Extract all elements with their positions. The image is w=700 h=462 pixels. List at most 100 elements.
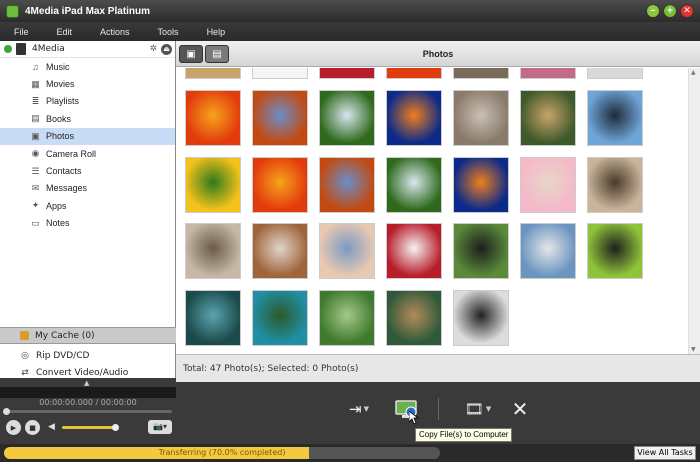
sidebar-item-contacts[interactable]: ☰ Contacts — [0, 162, 175, 179]
photo-thumbnail[interactable] — [185, 289, 241, 346]
loading-spinner-icon: ✲ — [149, 44, 157, 54]
photo-thumbnail[interactable] — [587, 90, 643, 146]
close-button[interactable]: ✕ — [680, 4, 694, 18]
tooltip: Copy File(s) to Computer — [415, 428, 513, 442]
photo-thumbnail[interactable] — [185, 223, 241, 279]
photo-thumbnail[interactable] — [587, 68, 643, 79]
film-add-icon: 🎞 — [464, 400, 484, 418]
main-content: ▣ ▤ Photos ▲ ▼ Total: 47 Photo(s); Selec… — [176, 41, 700, 382]
page-title: Photos — [422, 48, 454, 59]
photo-thumbnail[interactable] — [185, 90, 241, 146]
sidebar: 4Media ✲ ⏏ ♫ Music ▦ Movies ≣ Playlists ▤ Books… — [0, 41, 176, 413]
scroll-down-icon[interactable]: ▼ — [691, 346, 696, 353]
cache-icon — [20, 331, 29, 340]
mouse-cursor-icon — [409, 411, 419, 425]
dropdown-arrow-icon[interactable]: ▼ — [486, 405, 491, 413]
sidebar-item-camera-roll[interactable]: ◉ Camera Roll — [0, 145, 175, 162]
photo-thumbnail[interactable] — [520, 156, 576, 213]
dropdown-arrow-icon[interactable]: ▼ — [364, 405, 369, 413]
transfer-status: Transferring (70.0% completed) — [158, 448, 286, 457]
delete-button[interactable]: ✕ — [506, 396, 534, 422]
view-all-tasks-button[interactable]: View All Tasks — [634, 446, 696, 460]
tool-item-label: Rip DVD/CD — [36, 350, 90, 361]
messages-icon: ✉ — [31, 182, 40, 193]
photo-thumbnail[interactable] — [319, 90, 375, 146]
sidebar-item-apps[interactable]: ✦ Apps — [0, 197, 175, 214]
photos-icon: ▣ — [31, 130, 40, 141]
photo-thumbnail[interactable] — [252, 289, 308, 346]
volume-handle[interactable] — [112, 424, 119, 431]
status-text: Total: 47 Photo(s); Selected: 0 Photo(s) — [183, 363, 359, 374]
sidebar-item-playlists[interactable]: ≣ Playlists — [0, 93, 175, 110]
scroll-up-icon[interactable]: ▲ — [691, 69, 696, 76]
sidebar-item-label: Books — [46, 113, 72, 124]
snapshot-button[interactable]: 📷▾ — [148, 420, 172, 434]
status-bar: Total: 47 Photo(s); Selected: 0 Photo(s) — [176, 354, 700, 382]
photo-thumbnail[interactable] — [252, 90, 308, 146]
photo-thumbnail[interactable] — [453, 289, 509, 346]
photo-thumbnail[interactable] — [386, 90, 442, 146]
photo-thumbnail[interactable] — [587, 156, 643, 213]
photo-thumbnail[interactable] — [319, 68, 375, 79]
seek-bar[interactable] — [4, 410, 172, 413]
app-logo-icon — [6, 4, 19, 18]
photo-thumbnail[interactable] — [520, 90, 576, 146]
preview-screen — [0, 387, 176, 398]
sidebar-item-label: Notes — [46, 218, 70, 229]
menu-actions[interactable]: Actions — [86, 27, 144, 37]
photo-thumbnail[interactable] — [386, 223, 442, 279]
sidebar-item-photos[interactable]: ▣ Photos — [0, 127, 175, 145]
photo-thumbnail[interactable] — [386, 289, 442, 346]
eject-icon[interactable]: ⏏ — [161, 44, 172, 55]
menu-edit[interactable]: Edit — [43, 27, 87, 37]
sidebar-item-label: Playlists — [46, 96, 80, 107]
play-button[interactable]: ▶ — [6, 420, 21, 435]
photo-thumbnail[interactable] — [453, 68, 509, 79]
photo-thumbnail[interactable] — [520, 223, 576, 279]
photo-grid — [176, 68, 688, 354]
sidebar-item-my-cache[interactable]: My Cache (0) — [0, 327, 176, 344]
volume-icon: ◀ — [48, 422, 55, 432]
photo-thumbnail[interactable] — [453, 156, 509, 213]
photo-thumbnail[interactable] — [386, 68, 442, 79]
import-to-device-button[interactable]: ⇥ ▼ — [339, 396, 379, 422]
photo-thumbnail[interactable] — [319, 223, 375, 279]
sidebar-item-messages[interactable]: ✉ Messages — [0, 180, 175, 197]
sidebar-item-music[interactable]: ♫ Music — [0, 58, 175, 75]
ipad-icon — [16, 43, 26, 55]
contacts-icon: ☰ — [31, 165, 40, 176]
photo-thumbnail[interactable] — [252, 223, 308, 279]
photo-thumbnail[interactable] — [453, 223, 509, 279]
menu-file[interactable]: File — [0, 27, 43, 37]
sidebar-nav: ♫ Music ▦ Movies ≣ Playlists ▤ Books ▣ Photos ◉ Cam… — [0, 58, 175, 232]
photo-thumbnail[interactable] — [386, 156, 442, 213]
stop-button[interactable]: ■ — [25, 420, 40, 435]
photo-thumbnail[interactable] — [252, 68, 308, 79]
volume-slider[interactable] — [62, 426, 116, 429]
add-to-library-button[interactable]: 🎞 ▼ — [458, 396, 498, 422]
photo-thumbnail[interactable] — [319, 289, 375, 346]
photo-thumbnail[interactable] — [252, 156, 308, 213]
tool-item-rip-dvd-cd[interactable]: ◎ Rip DVD/CD — [0, 347, 176, 365]
photo-thumbnail[interactable] — [520, 68, 576, 79]
thumbnail-view-button[interactable]: ▣ — [179, 45, 203, 63]
menu-help[interactable]: Help — [193, 27, 240, 37]
photo-thumbnail[interactable] — [587, 223, 643, 279]
maximize-button[interactable]: + — [663, 4, 677, 18]
expand-up-icon[interactable]: ▲ — [84, 379, 89, 387]
menu-tools[interactable]: Tools — [144, 27, 193, 37]
seek-handle[interactable] — [3, 408, 10, 415]
import-icon: ⇥ — [349, 400, 362, 418]
photo-thumbnail[interactable] — [319, 156, 375, 213]
content-header: ▣ ▤ Photos — [176, 41, 700, 67]
photo-thumbnail[interactable] — [453, 90, 509, 146]
scrollbar[interactable]: ▲ ▼ — [688, 68, 700, 354]
photo-thumbnail[interactable] — [185, 156, 241, 213]
sidebar-item-notes[interactable]: ▭ Notes — [0, 215, 175, 232]
list-view-button[interactable]: ▤ — [205, 45, 229, 63]
photo-thumbnail[interactable] — [185, 68, 241, 79]
sidebar-item-books[interactable]: ▤ Books — [0, 110, 175, 127]
device-item[interactable]: 4Media ✲ ⏏ — [0, 41, 175, 58]
sidebar-item-movies[interactable]: ▦ Movies — [0, 75, 175, 92]
minimize-button[interactable]: – — [646, 4, 660, 18]
